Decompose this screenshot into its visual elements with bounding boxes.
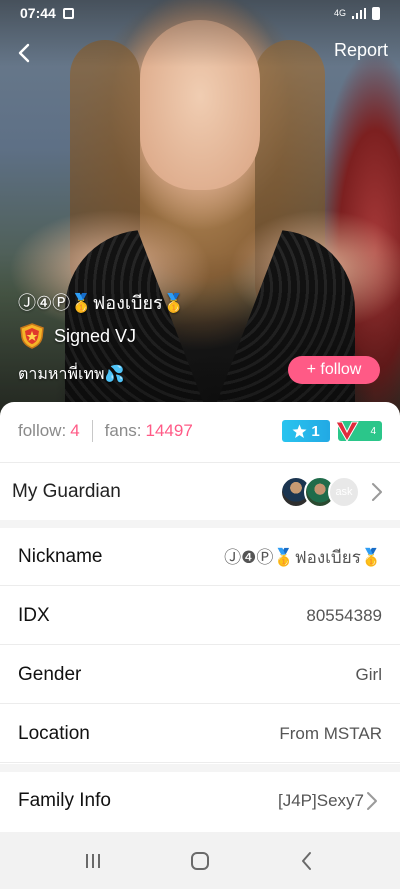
gender-label: Gender: [18, 663, 82, 685]
family-info-value-wrap: [J4P]Sexy7: [278, 790, 382, 812]
family-info-value: [J4P]Sexy7: [278, 791, 364, 810]
chevron-right-icon: [367, 792, 377, 810]
fans-count-value[interactable]: 14497: [146, 421, 193, 441]
gender-value: Girl: [355, 664, 382, 684]
battery-icon: [372, 6, 380, 20]
signal-icon: [352, 7, 366, 19]
star-level-value: 1: [311, 422, 320, 440]
guardian-avatar-placeholder: ask: [328, 475, 360, 508]
gender-row: Gender Girl: [0, 646, 400, 704]
status-time: 07:44: [20, 5, 56, 21]
location-row: Location From MSTAR: [0, 705, 400, 763]
family-info-row[interactable]: Family Info [J4P]Sexy7: [0, 772, 400, 830]
star-level-badge: 1: [282, 420, 330, 442]
vip-v-icon: [335, 421, 359, 442]
profile-bio: ตามหาพี่เทพ💦: [18, 366, 125, 383]
vip-level-badge: 4: [335, 421, 382, 442]
follow-count-label: follow:: [18, 421, 67, 440]
status-indicators: 4G: [333, 6, 380, 20]
idx-row: IDX 80554389: [0, 587, 400, 645]
my-guardian-row[interactable]: My Guardian ask: [0, 462, 400, 520]
section-divider: [0, 764, 400, 772]
signed-vj-label: Signed VJ: [54, 325, 137, 346]
location-value: From MSTAR: [279, 723, 382, 743]
back-icon[interactable]: [295, 849, 319, 873]
guardian-avatars: ask: [280, 475, 360, 508]
profile-name: Ⓙ④Ⓟ🥇ฟองเบียร🥇: [18, 293, 186, 313]
level-badges: 1 4: [282, 420, 382, 442]
section-divider: [0, 520, 400, 528]
home-icon[interactable]: [188, 849, 212, 873]
nickname-row: Nickname Ⓙ❹Ⓟ🥇ฟองเบียร🥇: [0, 528, 400, 586]
notification-icon: [62, 7, 74, 19]
family-info-label: Family Info: [18, 790, 111, 811]
fans-count-label: fans:: [104, 421, 142, 440]
star-icon: [292, 424, 307, 438]
location-label: Location: [18, 722, 90, 744]
shield-icon: [20, 323, 44, 349]
recent-apps-icon[interactable]: [81, 849, 105, 873]
nickname-value: Ⓙ❹Ⓟ🥇ฟองเบียร🥇: [224, 547, 382, 567]
vip-level-value: 4: [370, 425, 376, 437]
follow-count-value[interactable]: 4: [70, 421, 79, 441]
idx-value: 80554389: [306, 605, 382, 625]
stats-divider: [91, 420, 93, 442]
signed-vj-badge: Signed VJ: [18, 322, 136, 350]
report-button[interactable]: Report: [334, 40, 388, 61]
network-type: 4G: [333, 8, 346, 18]
profile-info-card: follow: 4 fans: 14497 1 4 My Guardian as…: [0, 402, 400, 832]
status-bar: 07:44 4G: [0, 0, 400, 26]
back-arrow-icon[interactable]: [12, 40, 38, 66]
nickname-label: Nickname: [18, 545, 103, 567]
stats-row: follow: 4 fans: 14497 1 4: [0, 402, 400, 460]
my-guardian-label: My Guardian: [12, 480, 121, 502]
idx-label: IDX: [18, 604, 50, 626]
chevron-right-icon: [372, 482, 382, 501]
system-navigation-bar: [0, 832, 400, 889]
follow-button[interactable]: + follow: [288, 356, 380, 384]
